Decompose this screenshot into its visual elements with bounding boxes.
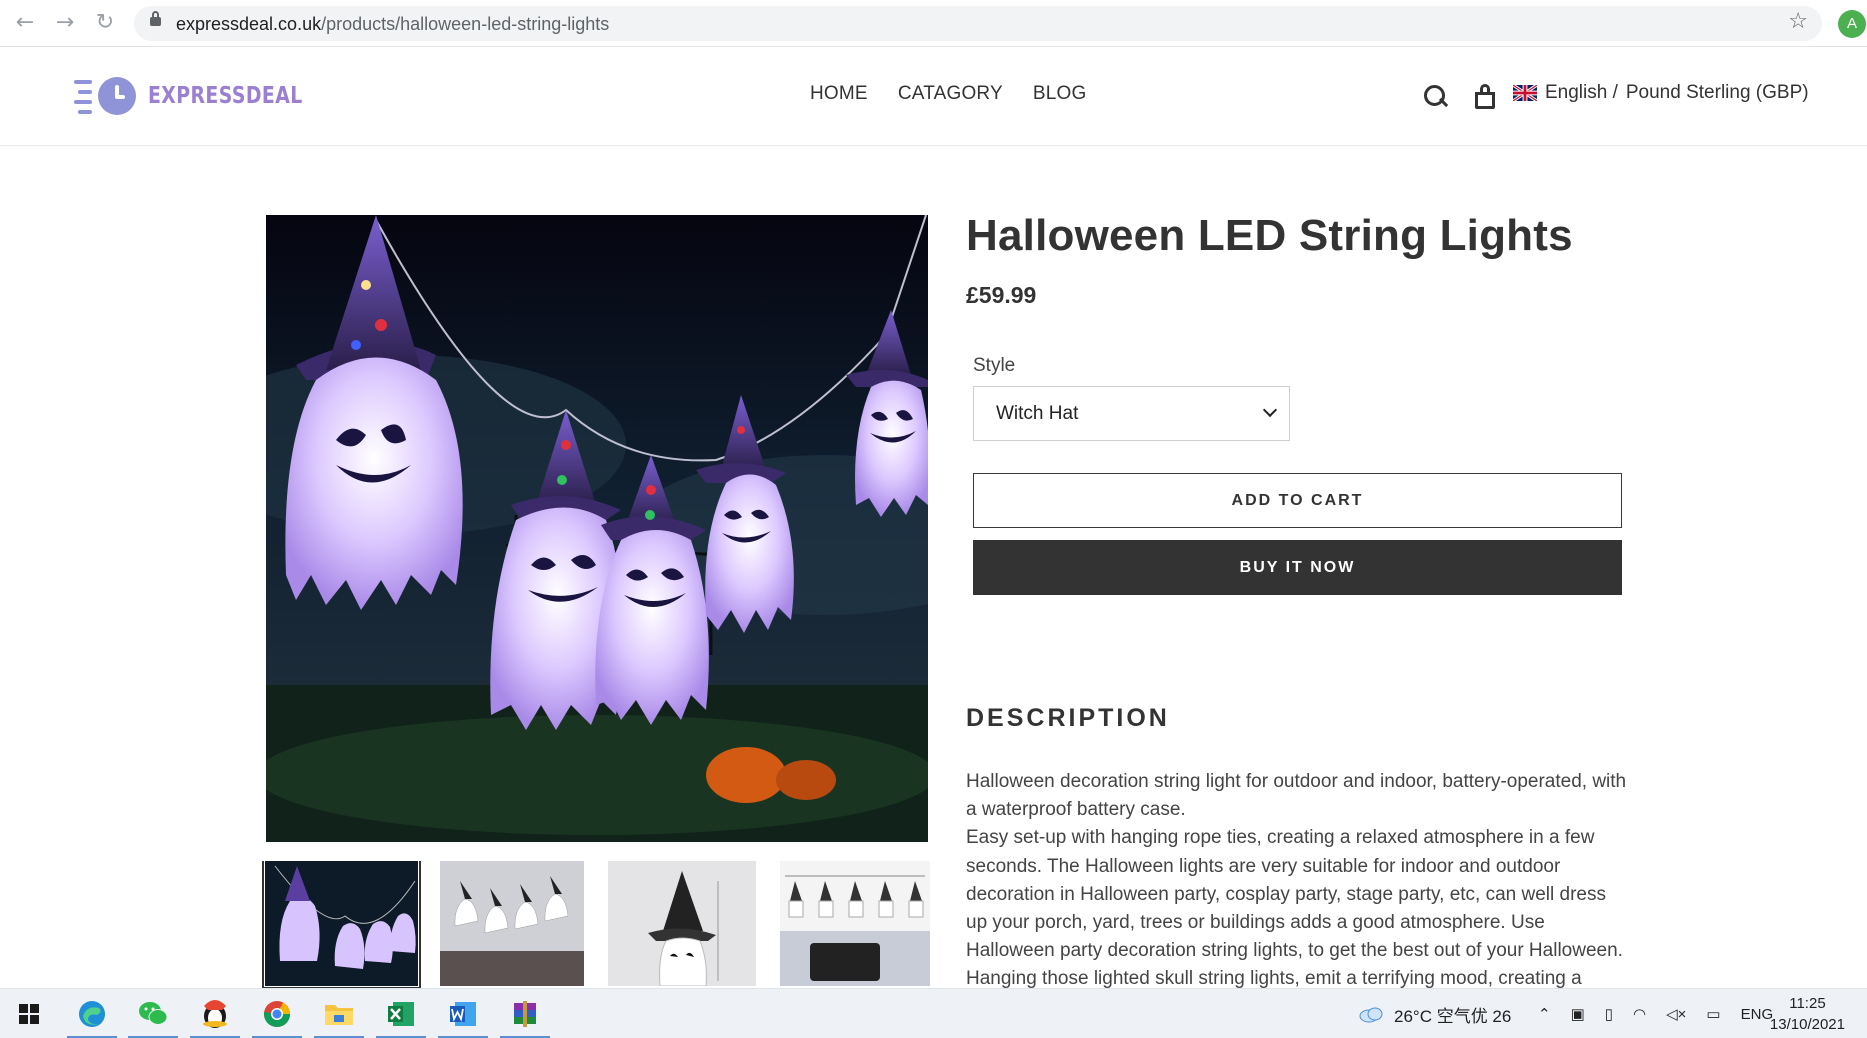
reload-icon[interactable]: ↻: [92, 10, 118, 36]
weather-text: 26°C 空气优 26: [1394, 1006, 1512, 1026]
qq-penguin-icon[interactable]: [190, 989, 240, 1038]
nav-catagory[interactable]: CATAGORY: [898, 83, 1003, 105]
style-selected-value: Witch Hat: [996, 403, 1079, 424]
word-icon[interactable]: [438, 989, 488, 1038]
uk-flag-icon: [1513, 85, 1537, 101]
volume-muted-icon[interactable]: ◁×: [1666, 1005, 1686, 1023]
usb-icon[interactable]: ▯: [1605, 1005, 1613, 1023]
windows-start-icon[interactable]: [4, 989, 54, 1038]
site-header: EXPRESSDEAL HOME CATAGORY BLOG English /…: [0, 48, 1867, 146]
lock-icon[interactable]: [150, 11, 161, 26]
thumbnail-1[interactable]: [262, 861, 421, 988]
clock-date: 13/10/2021: [1769, 1016, 1845, 1033]
description-body: Halloween decoration string light for ou…: [966, 768, 1632, 988]
forward-icon[interactable]: →: [52, 10, 78, 36]
wechat-icon[interactable]: [128, 989, 178, 1038]
chevron-up-icon[interactable]: ⌃: [1538, 1005, 1551, 1023]
buy-it-now-button[interactable]: BUY IT NOW: [973, 540, 1622, 595]
style-select[interactable]: Witch Hat: [973, 386, 1290, 441]
taskbar-clock[interactable]: 11:25 13/10/2021: [1770, 993, 1845, 1035]
url-text[interactable]: expressdeal.co.uk/products/halloween-led…: [176, 14, 609, 35]
network-status-icon[interactable]: ▣: [1571, 1005, 1585, 1023]
add-to-cart-button[interactable]: ADD TO CART: [973, 473, 1622, 528]
weather-widget[interactable]: 26°C 空气优 26: [1358, 989, 1511, 1038]
star-icon[interactable]: ☆: [1788, 9, 1808, 34]
cloud-icon: [1359, 1007, 1383, 1023]
windows-taskbar: 26°C 空气优 26 ⌃ ▣ ▯ ◠ ◁× ▭ ENG 11:25 13/10…: [0, 988, 1867, 1038]
description-heading: DESCRIPTION: [966, 704, 1170, 732]
address-bar[interactable]: expressdeal.co.uk/products/halloween-led…: [134, 6, 1822, 41]
edge-icon[interactable]: [67, 989, 117, 1038]
product-title: Halloween LED String Lights: [966, 211, 1573, 260]
back-icon[interactable]: ←: [12, 10, 38, 36]
main-nav: HOME CATAGORY BLOG: [810, 83, 1086, 105]
clock-time: 11:25: [1789, 995, 1826, 1012]
winrar-icon[interactable]: [500, 989, 550, 1038]
language-label[interactable]: English /: [1545, 82, 1618, 104]
thumbnail-2[interactable]: [440, 861, 584, 986]
profile-avatar[interactable]: A: [1838, 10, 1866, 38]
chevron-down-icon: [1262, 402, 1278, 418]
locale-selector[interactable]: English / Pound Sterling (GBP): [1513, 82, 1809, 104]
style-label: Style: [973, 355, 1016, 376]
excel-icon[interactable]: [376, 989, 426, 1038]
nav-home[interactable]: HOME: [810, 83, 868, 105]
chrome-icon[interactable]: [252, 989, 302, 1038]
system-tray: ⌃ ▣ ▯ ◠ ◁× ▭ ENG: [1538, 989, 1773, 1038]
product-thumbnails: [262, 861, 932, 988]
product-main-image[interactable]: [266, 215, 928, 842]
nav-blog[interactable]: BLOG: [1033, 83, 1087, 105]
file-explorer-icon[interactable]: [314, 989, 364, 1038]
wifi-icon[interactable]: ◠: [1633, 1005, 1646, 1023]
site-logo[interactable]: EXPRESSDEAL: [74, 74, 337, 118]
clock-icon: [98, 77, 136, 115]
currency-label[interactable]: Pound Sterling (GBP): [1626, 82, 1809, 104]
cart-icon[interactable]: [1475, 84, 1495, 110]
search-icon[interactable]: [1424, 85, 1448, 111]
description-paragraph-1: Halloween decoration string light for ou…: [966, 771, 1627, 821]
description-paragraph-2: Easy set-up with hanging rope ties, crea…: [966, 827, 1623, 988]
thumbnail-4[interactable]: [780, 861, 930, 986]
logo-text: EXPRESSDEAL: [148, 83, 303, 109]
thumbnail-3[interactable]: [608, 861, 756, 986]
battery-icon[interactable]: ▭: [1706, 1005, 1720, 1023]
input-language[interactable]: ENG: [1741, 1006, 1774, 1023]
product-price: £59.99: [966, 282, 1037, 308]
browser-toolbar: ← → ↻ expressdeal.co.uk/products/hallowe…: [0, 0, 1867, 47]
